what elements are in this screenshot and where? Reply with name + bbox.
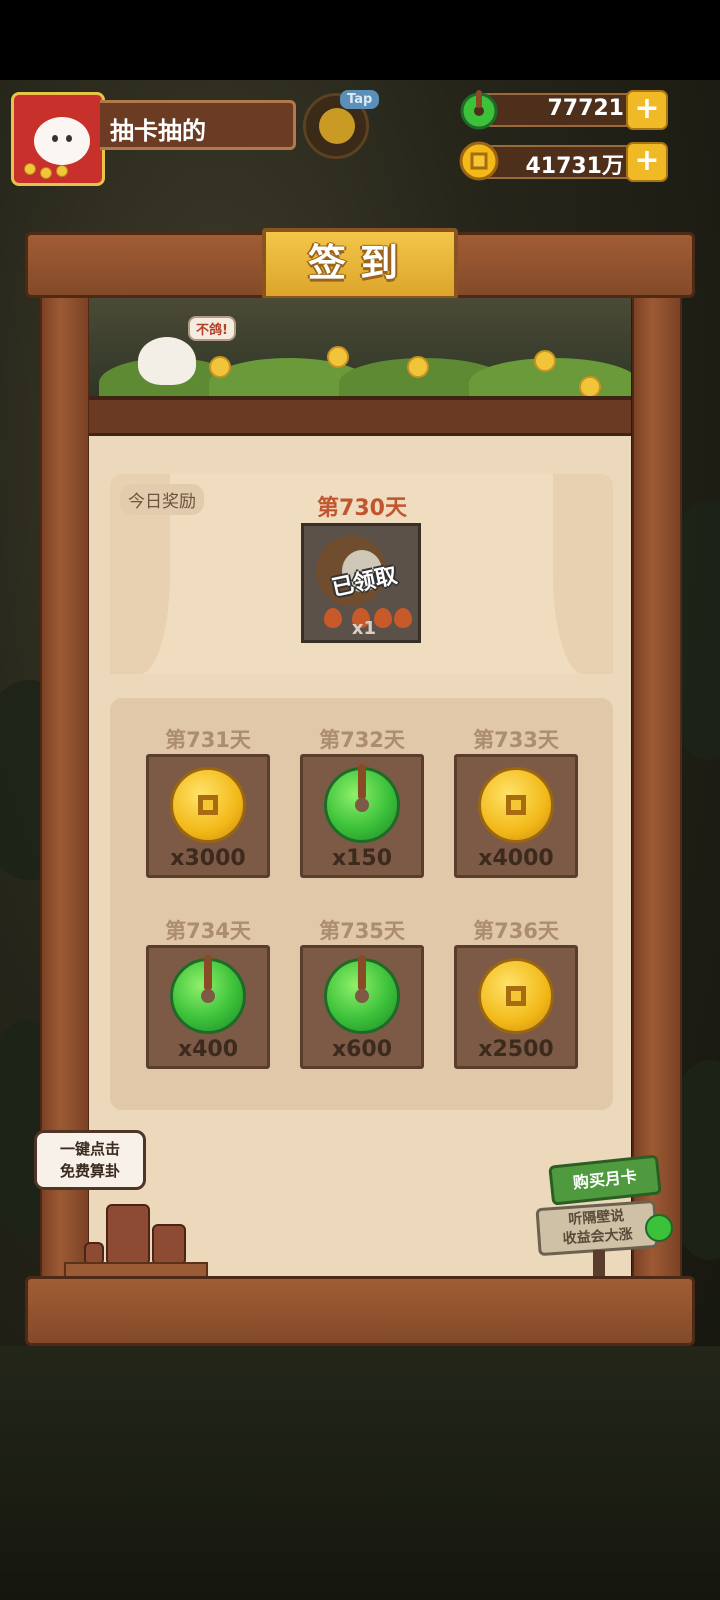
day-label: 第735天 xyxy=(319,919,405,943)
page-title: 签到 xyxy=(307,241,412,285)
coin-icon xyxy=(478,958,554,1034)
jade-icon xyxy=(170,955,246,1034)
today-reward-quantity: x1 xyxy=(351,618,377,639)
monthly-card-sign[interactable]: 购买月卡 听隔壁说 收益会大涨 xyxy=(535,1150,673,1280)
coin-icon xyxy=(459,141,499,181)
day-label: 第733天 xyxy=(473,728,559,752)
add-jade-button[interactable]: + xyxy=(626,90,668,130)
tap-label: Tap xyxy=(340,90,380,109)
day-reward-735[interactable]: 第735天 x600 xyxy=(300,915,424,1069)
today-day-label: 第730天 xyxy=(317,496,407,521)
day-reward-732[interactable]: 第732天 x150 xyxy=(300,724,424,878)
jade-amount: 77721 xyxy=(547,96,624,121)
player-name-box: 抽卡抽的 xyxy=(100,100,296,150)
player-avatar[interactable] xyxy=(11,92,105,186)
fortune-jar[interactable] xyxy=(106,1204,150,1264)
day-reward-736[interactable]: 第736天 x2500 xyxy=(454,915,578,1069)
title-plate: 签到 xyxy=(262,228,458,300)
monthly-card-subtitle: 听隔壁说 收益会大涨 xyxy=(535,1199,659,1257)
coin-amount: 41731万 xyxy=(525,154,624,179)
reward-quantity: x4000 xyxy=(478,846,554,871)
today-reward-item[interactable]: 已领取 x1 xyxy=(301,523,421,643)
buy-monthly-card-label: 购买月卡 xyxy=(548,1154,662,1206)
coin-icon xyxy=(478,767,554,843)
day-label: 第732天 xyxy=(319,728,405,752)
tiny-jar xyxy=(84,1242,104,1264)
town-lower-background xyxy=(0,1346,720,1600)
day-reward-733[interactable]: 第733天 x4000 xyxy=(454,724,578,878)
jade-icon xyxy=(324,955,400,1034)
reward-quantity: x2500 xyxy=(478,1037,554,1062)
day-label: 第731天 xyxy=(165,728,251,752)
reward-quantity: x3000 xyxy=(170,846,246,871)
player-name: 抽卡抽的 xyxy=(110,117,206,145)
jade-icon xyxy=(324,764,400,843)
jade-icon xyxy=(645,1214,673,1242)
frame-rail xyxy=(89,396,631,436)
status-bar xyxy=(0,0,720,80)
jade-icon xyxy=(460,90,498,130)
hint-line-1: 一键点击 xyxy=(59,1140,120,1158)
add-coin-button[interactable]: + xyxy=(626,142,668,182)
day-label: 第736天 xyxy=(473,919,559,943)
coin-resource: 41731万 + xyxy=(458,141,668,182)
hint-line-2: 免费算卦 xyxy=(59,1162,120,1180)
chick-icon xyxy=(319,108,355,144)
jade-resource: 77721 + xyxy=(458,90,668,130)
frame-beam-bottom xyxy=(25,1276,695,1346)
chicken-speech-bubble: 不鸽! xyxy=(188,316,236,341)
today-reward-tag: 今日奖励 xyxy=(120,484,204,515)
day-reward-734[interactable]: 第734天 x400 xyxy=(146,915,270,1069)
reward-quantity: x150 xyxy=(331,846,393,871)
free-fortune-hint[interactable]: 一键点击 免费算卦 xyxy=(34,1130,146,1190)
day-label: 第734天 xyxy=(165,919,251,943)
day-reward-731[interactable]: 第731天 x3000 xyxy=(146,724,270,878)
coin-icon xyxy=(170,767,246,843)
reward-quantity: x400 xyxy=(177,1037,239,1062)
chicken-mascot xyxy=(138,337,196,385)
small-jar xyxy=(152,1224,186,1264)
reward-quantity: x600 xyxy=(331,1037,393,1062)
